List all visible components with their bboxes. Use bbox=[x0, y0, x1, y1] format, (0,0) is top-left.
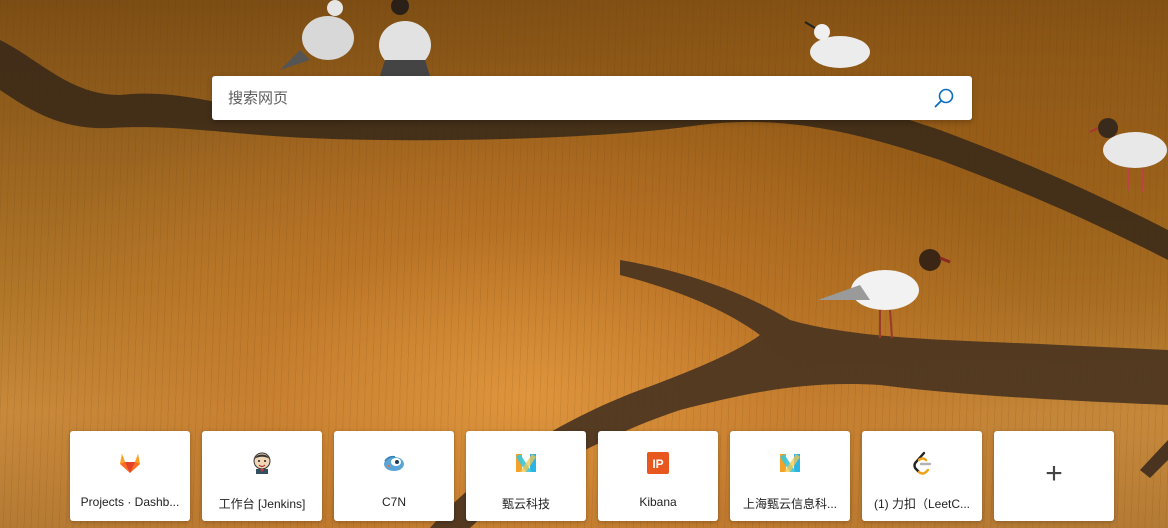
quick-links: Projects · Dashb... 工作台 [Jenkins] C7N 甄云… bbox=[70, 431, 1114, 521]
quick-link-gitlab[interactable]: Projects · Dashb... bbox=[70, 431, 190, 521]
bird-3 bbox=[804, 21, 870, 68]
quick-link-label: Projects · Dashb... bbox=[80, 495, 180, 509]
jenkins-icon bbox=[250, 451, 274, 475]
quick-link-c7n[interactable]: C7N bbox=[334, 431, 454, 521]
bird-5 bbox=[818, 249, 951, 339]
leetcode-icon bbox=[910, 451, 934, 475]
bird-4 bbox=[1089, 118, 1167, 192]
quick-link-label: (1) 力扣（LeetC... bbox=[873, 497, 971, 511]
quick-link-label: Kibana bbox=[639, 495, 677, 509]
search-icon bbox=[934, 88, 954, 108]
quick-link-zhenyun-info[interactable]: 上海甄云信息科... bbox=[730, 431, 850, 521]
branch-stub bbox=[1140, 440, 1168, 478]
search-button[interactable] bbox=[930, 84, 958, 112]
new-tab-page: Projects · Dashb... 工作台 [Jenkins] bbox=[0, 0, 1168, 528]
c7n-icon bbox=[382, 451, 406, 475]
quick-link-kibana[interactable]: IP Kibana bbox=[598, 431, 718, 521]
quick-link-zhenyun[interactable]: 甄云科技 bbox=[466, 431, 586, 521]
quick-link-jenkins[interactable]: 工作台 [Jenkins] bbox=[202, 431, 322, 521]
plus-icon: + bbox=[1045, 457, 1063, 490]
zhenyun-icon bbox=[778, 451, 802, 475]
zhenyun-icon bbox=[514, 451, 538, 475]
quick-link-label: 工作台 [Jenkins] bbox=[218, 497, 306, 511]
kibana-icon: IP bbox=[646, 451, 670, 475]
gitlab-icon bbox=[118, 451, 142, 475]
bird-2 bbox=[379, 0, 431, 76]
add-shortcut-button[interactable]: + bbox=[994, 431, 1114, 521]
upper-branch bbox=[0, 40, 1168, 260]
search-input[interactable] bbox=[226, 88, 930, 108]
svg-text:IP: IP bbox=[652, 457, 663, 471]
quick-link-label: 上海甄云信息科... bbox=[742, 497, 837, 511]
quick-link-leetcode[interactable]: (1) 力扣（LeetC... bbox=[862, 431, 982, 521]
search-bar bbox=[212, 76, 972, 120]
quick-link-label: 甄云科技 bbox=[501, 497, 550, 511]
bird-1 bbox=[280, 0, 354, 70]
quick-link-label: C7N bbox=[381, 495, 406, 509]
